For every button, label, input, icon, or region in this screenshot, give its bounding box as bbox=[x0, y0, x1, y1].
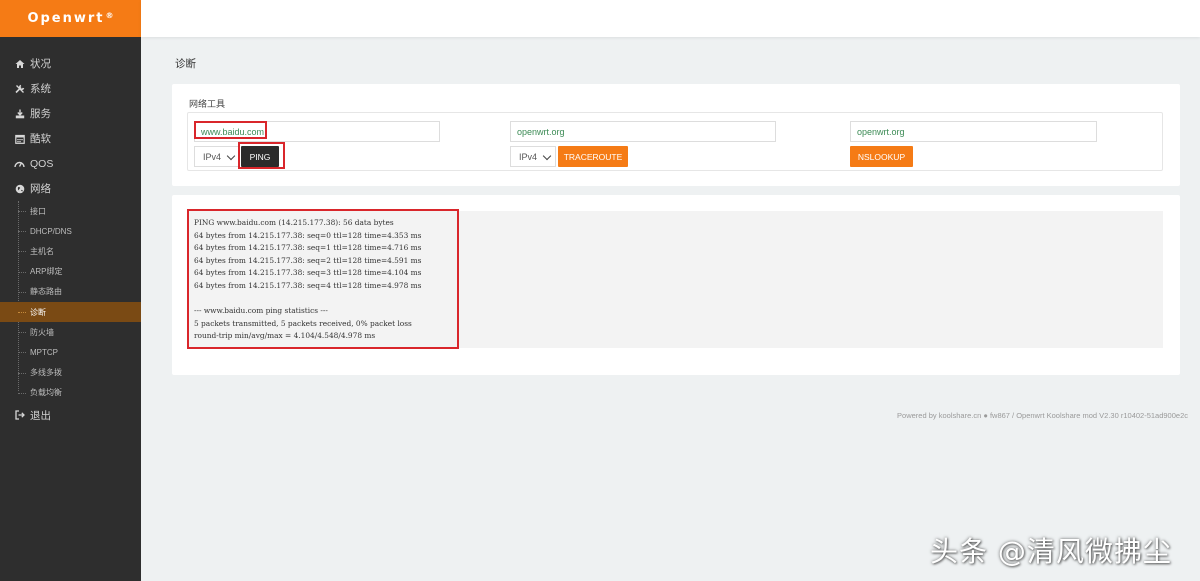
subitem-label: ARP绑定 bbox=[30, 267, 63, 277]
traceroute-button[interactable]: TRACEROUTE bbox=[558, 146, 628, 167]
sidebar-item-system[interactable]: 系统 bbox=[0, 76, 141, 101]
command-output: PING www.baidu.com (14.215.177.38): 56 d… bbox=[189, 211, 1163, 348]
sidebar-subitem-dhcp-dns[interactable]: DHCP/DNS bbox=[0, 221, 141, 241]
page-title: 诊断 bbox=[175, 58, 196, 70]
traceroute-host-input[interactable]: openwrt.org bbox=[510, 121, 776, 142]
gauge-icon bbox=[14, 158, 25, 169]
output-line: 64 bytes from 14.215.177.38: seq=1 ttl=1… bbox=[194, 243, 422, 253]
sidebar-subitem-static-routes[interactable]: 静态路由 bbox=[0, 282, 141, 302]
output-line: 64 bytes from 14.215.177.38: seq=2 ttl=1… bbox=[194, 255, 422, 265]
ping-button[interactable]: PING bbox=[241, 146, 279, 167]
sidebar-item-network[interactable]: 网络 bbox=[0, 176, 141, 201]
watermark: 头条 @清风微拂尘 bbox=[930, 535, 1172, 568]
ping-protocol-select[interactable]: IPv4 bbox=[194, 146, 240, 167]
brand-mark: ® bbox=[105, 11, 114, 20]
home-icon bbox=[14, 58, 25, 69]
nslookup-host-value: openwrt.org bbox=[857, 126, 905, 137]
output-line: PING www.baidu.com (14.215.177.38): 56 d… bbox=[194, 218, 394, 227]
output-line: 64 bytes from 14.215.177.38: seq=4 ttl=1… bbox=[194, 280, 422, 290]
sidebar-item-label: 退出 bbox=[30, 409, 51, 422]
output-line: round-trip min/avg/max = 4.104/4.548/4.9… bbox=[194, 331, 376, 341]
network-submenu: 接口 DHCP/DNS 主机名 ARP绑定 静态路由 诊断 防火墙 MPTCP … bbox=[0, 201, 141, 403]
subitem-label: 防火墙 bbox=[30, 327, 54, 337]
sidebar-item-label: 状况 bbox=[30, 58, 51, 70]
sidebar-subitem-hostnames[interactable]: 主机名 bbox=[0, 241, 141, 261]
traceroute-protocol-select[interactable]: IPv4 bbox=[510, 146, 556, 167]
subitem-label: 主机名 bbox=[30, 246, 54, 256]
output-line: 5 packets transmitted, 5 packets receive… bbox=[194, 318, 412, 328]
sidebar-subitem-load-balancing[interactable]: 负载均衡 bbox=[0, 383, 141, 403]
output-line: 64 bytes from 14.215.177.38: seq=0 ttl=1… bbox=[194, 230, 422, 240]
output-panel: PING www.baidu.com (14.215.177.38): 56 d… bbox=[172, 195, 1180, 375]
ping-host-input[interactable]: www.baidu.com bbox=[194, 121, 440, 142]
sidebar-item-label: QOS bbox=[30, 157, 54, 170]
subitem-label: 负载均衡 bbox=[30, 388, 62, 398]
sidebar-item-qos[interactable]: QOS bbox=[0, 151, 141, 176]
sidebar-subitem-firewall[interactable]: 防火墙 bbox=[0, 322, 141, 342]
subitem-label: 诊断 bbox=[30, 307, 46, 317]
logout-icon bbox=[14, 410, 25, 421]
brand-logo[interactable]: Openwrt ® bbox=[0, 0, 141, 37]
sidebar-item-label: 系统 bbox=[30, 83, 51, 95]
sidebar: 状况 系统 服务 酷软 QOS 网络 接口 DHCP/DNS 主机名 ARP绑定 bbox=[0, 37, 141, 581]
sidebar-subitem-diagnostics[interactable]: 诊断 bbox=[0, 301, 141, 323]
tools-box: www.baidu.com IPv4 PING openwrt.org IPv4… bbox=[187, 112, 1163, 171]
ping-protocol-value: IPv4 bbox=[203, 151, 222, 162]
calendar-icon bbox=[14, 133, 25, 144]
traceroute-protocol-value: IPv4 bbox=[519, 151, 538, 162]
sidebar-item-label: 服务 bbox=[30, 108, 51, 120]
footer-text: Powered by koolshare.cn ● fw867 / Openwr… bbox=[897, 411, 1188, 420]
nslookup-host-input[interactable]: openwrt.org bbox=[850, 121, 1097, 142]
output-line: 64 bytes from 14.215.177.38: seq=3 ttl=1… bbox=[194, 268, 422, 278]
sidebar-subitem-interfaces[interactable]: 接口 bbox=[0, 201, 141, 221]
sidebar-subitem-mptcp[interactable]: MPTCP bbox=[0, 342, 141, 362]
traceroute-host-value: openwrt.org bbox=[517, 126, 565, 137]
sidebar-item-services[interactable]: 服务 bbox=[0, 101, 141, 126]
sidebar-subitem-multi-dial[interactable]: 多线多拨 bbox=[0, 363, 141, 383]
subitem-label: 多线多拨 bbox=[30, 368, 62, 378]
tools-icon bbox=[14, 83, 25, 94]
sidebar-item-software[interactable]: 酷软 bbox=[0, 126, 141, 151]
subitem-label: 接口 bbox=[30, 206, 46, 216]
nslookup-button[interactable]: NSLOOKUP bbox=[850, 146, 913, 167]
network-tools-panel: 网络工具 www.baidu.com IPv4 PING openwrt.org… bbox=[172, 84, 1180, 186]
brand-name: Openwrt bbox=[27, 11, 105, 26]
sidebar-subitem-arp-binding[interactable]: ARP绑定 bbox=[0, 262, 141, 282]
sidebar-item-label: 网络 bbox=[30, 183, 51, 195]
output-line: --- www.baidu.com ping statistics --- bbox=[194, 306, 328, 316]
chevron-down-icon bbox=[542, 151, 552, 161]
download-tray-icon bbox=[14, 108, 25, 119]
subitem-label: DHCP/DNS bbox=[30, 226, 72, 236]
ping-host-value: www.baidu.com bbox=[201, 126, 265, 137]
globe-icon bbox=[14, 183, 25, 194]
subitem-label: 静态路由 bbox=[30, 287, 62, 297]
sidebar-item-logout[interactable]: 退出 bbox=[0, 403, 141, 428]
chevron-down-icon bbox=[226, 151, 236, 161]
top-bar bbox=[141, 0, 1200, 37]
subitem-label: MPTCP bbox=[30, 347, 58, 357]
sidebar-item-status[interactable]: 状况 bbox=[0, 51, 141, 76]
sidebar-item-label: 酷软 bbox=[30, 133, 51, 145]
section-label: 网络工具 bbox=[189, 99, 226, 109]
